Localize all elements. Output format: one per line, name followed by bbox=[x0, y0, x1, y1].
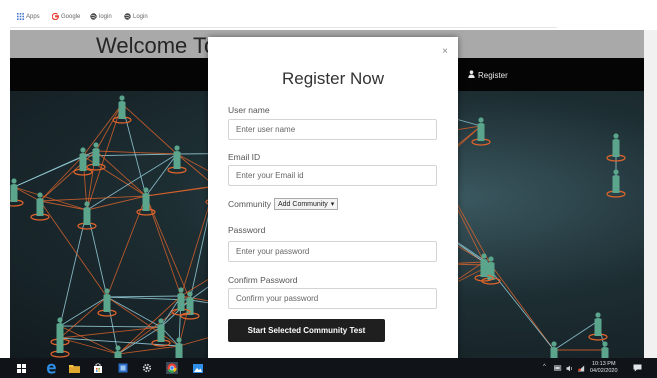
banner-title: Welcome To bbox=[96, 33, 217, 58]
globe-icon bbox=[90, 13, 97, 20]
settings-app-icon[interactable] bbox=[117, 362, 129, 374]
network-person bbox=[103, 288, 111, 312]
close-icon[interactable]: × bbox=[442, 46, 448, 57]
clock-time: 10:13 PM bbox=[591, 361, 616, 367]
network-link bbox=[145, 195, 182, 297]
email-input[interactable] bbox=[228, 165, 437, 186]
page-scrollbar[interactable] bbox=[644, 30, 657, 358]
community-label: Community bbox=[228, 199, 271, 209]
modal-title: Register Now bbox=[281, 69, 385, 88]
network-person bbox=[79, 147, 87, 171]
network-person bbox=[114, 345, 122, 358]
confirm-password-input[interactable] bbox=[228, 288, 437, 309]
network-link bbox=[39, 200, 108, 298]
taskbar: ^ 10:13 PM 04/02/2020 bbox=[0, 358, 657, 378]
tray-overflow-icon[interactable]: ^ bbox=[543, 364, 546, 370]
globe-icon bbox=[124, 13, 131, 20]
apps-grid-icon bbox=[17, 13, 24, 20]
google-icon bbox=[51, 12, 60, 21]
start-test-button[interactable]: Start Selected Community Test bbox=[228, 319, 385, 342]
network-status-icon[interactable] bbox=[575, 362, 587, 374]
community-row: Community Add Community ▾ bbox=[228, 198, 339, 210]
network-person bbox=[477, 117, 485, 141]
network-link bbox=[106, 295, 182, 298]
bookmark-login-lower[interactable]: login bbox=[90, 13, 112, 20]
register-modal: × Register Now User name Email ID Commun… bbox=[208, 37, 458, 358]
community-select[interactable]: Add Community ▾ bbox=[273, 198, 339, 210]
bookmark-apps[interactable]: Apps bbox=[17, 13, 40, 20]
username-label: User name bbox=[228, 105, 270, 115]
bookmark-label: Login bbox=[133, 13, 148, 20]
network-person bbox=[118, 95, 126, 119]
community-selected-value: Add Community bbox=[277, 200, 328, 208]
network-person bbox=[83, 201, 91, 225]
network-link bbox=[59, 209, 88, 327]
network-link bbox=[86, 103, 123, 211]
gear-icon[interactable] bbox=[141, 362, 153, 374]
chrome-icon[interactable] bbox=[166, 362, 178, 374]
system-clock[interactable]: 10:13 PM 04/02/2020 bbox=[590, 361, 618, 375]
windows-start-icon[interactable] bbox=[15, 362, 27, 374]
network-link bbox=[145, 153, 178, 197]
network-link bbox=[86, 153, 178, 211]
bookmark-google[interactable]: Google bbox=[51, 12, 81, 21]
network-person bbox=[157, 318, 165, 342]
bookmark-label: Apps bbox=[26, 13, 40, 20]
network-person bbox=[612, 133, 620, 157]
page-viewport: Welcome To Register × Register Now User … bbox=[10, 30, 644, 358]
confirm-password-label: Confirm Password bbox=[228, 275, 298, 285]
battery-icon[interactable] bbox=[552, 362, 564, 374]
network-person bbox=[594, 312, 602, 336]
network-link bbox=[145, 185, 216, 197]
email-label: Email ID bbox=[228, 152, 261, 162]
edge-browser-icon[interactable] bbox=[45, 362, 57, 374]
network-person bbox=[173, 145, 181, 169]
bookmarks-divider bbox=[10, 27, 557, 28]
network-link bbox=[82, 103, 123, 157]
file-explorer-icon[interactable] bbox=[68, 362, 80, 374]
network-person bbox=[175, 337, 183, 358]
username-input[interactable] bbox=[228, 119, 437, 140]
photos-icon[interactable] bbox=[192, 362, 204, 374]
bookmarks-bar: Apps Google login Login bbox=[0, 0, 657, 28]
nav-register-link[interactable]: Register bbox=[468, 70, 508, 80]
store-icon[interactable] bbox=[92, 362, 104, 374]
network-person bbox=[550, 341, 558, 358]
network-person bbox=[601, 341, 609, 358]
network-person bbox=[142, 187, 150, 211]
user-icon bbox=[468, 70, 475, 80]
network-link bbox=[95, 150, 178, 155]
dropdown-arrow-icon: ▾ bbox=[330, 201, 335, 208]
network-link bbox=[39, 155, 84, 202]
network-link bbox=[59, 296, 108, 339]
nav-register-label: Register bbox=[478, 70, 508, 80]
bookmark-label: login bbox=[99, 13, 112, 20]
network-link bbox=[490, 264, 555, 351]
password-label: Password bbox=[228, 225, 266, 235]
network-link bbox=[39, 150, 97, 202]
network-person bbox=[177, 287, 185, 311]
notification-center-icon[interactable] bbox=[631, 362, 643, 374]
clock-date: 04/02/2020 bbox=[590, 368, 618, 374]
network-link bbox=[106, 195, 147, 298]
network-link bbox=[121, 103, 178, 155]
network-person bbox=[612, 169, 620, 193]
network-link bbox=[145, 195, 191, 301]
network-link bbox=[39, 195, 147, 202]
bookmark-login-upper[interactable]: Login bbox=[124, 13, 148, 20]
password-input[interactable] bbox=[228, 241, 437, 262]
network-link bbox=[59, 325, 162, 328]
bookmark-label: Google bbox=[61, 13, 81, 20]
network-person bbox=[10, 178, 18, 202]
